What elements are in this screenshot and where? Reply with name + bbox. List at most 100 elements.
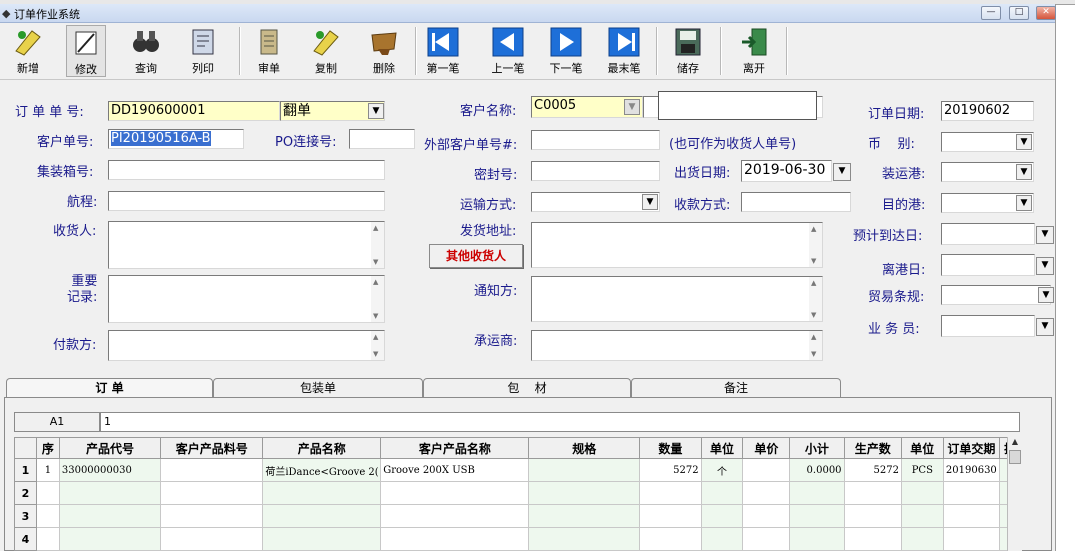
grid-scrollbar[interactable]: ▲: [1007, 437, 1022, 551]
grid-cell[interactable]: [942, 481, 1001, 505]
column-header[interactable]: 单价: [742, 437, 791, 459]
grid-cell[interactable]: [900, 481, 944, 505]
grid-cell[interactable]: [900, 504, 944, 528]
tab-order[interactable]: 订 单: [6, 378, 213, 398]
cell-value-input[interactable]: 1: [100, 412, 1020, 432]
grid-cell[interactable]: 1: [35, 458, 60, 482]
notify-scrollbar[interactable]: ▲ ▼: [809, 277, 822, 321]
review-button[interactable]: 审单: [249, 25, 289, 77]
grid-cell[interactable]: [262, 481, 382, 505]
delete-button[interactable]: 删除: [364, 25, 404, 77]
consignee-scrollbar[interactable]: ▲ ▼: [371, 222, 384, 268]
scroll-thumb[interactable]: [1009, 450, 1021, 464]
order-no-field[interactable]: DD190600001: [108, 101, 280, 121]
grid-cell[interactable]: [700, 504, 744, 528]
tab-notes[interactable]: 备注: [631, 378, 841, 398]
tab-packing-material[interactable]: 包 材: [423, 378, 631, 398]
query-button[interactable]: 查询: [126, 25, 166, 77]
copy-button[interactable]: 复制: [306, 25, 346, 77]
grid-cell[interactable]: [843, 527, 902, 551]
grid-cell[interactable]: [528, 458, 641, 482]
grid-cell[interactable]: [35, 527, 60, 551]
grid-cell[interactable]: [262, 527, 382, 551]
grid-cell[interactable]: 5272: [843, 458, 902, 482]
grid-cell[interactable]: [528, 504, 641, 528]
grid-cell[interactable]: [843, 504, 902, 528]
save-button[interactable]: 储存: [667, 25, 709, 77]
remark-scrollbar[interactable]: ▲ ▼: [371, 276, 384, 322]
departure-dropdown-icon[interactable]: ▼: [1036, 257, 1054, 275]
grid-cell[interactable]: [639, 504, 702, 528]
grid-cell[interactable]: [160, 481, 264, 505]
grid-cell[interactable]: Groove 200X USB: [380, 458, 530, 482]
transport-select[interactable]: [531, 192, 660, 212]
voyage-field[interactable]: [108, 191, 385, 211]
loading-port-dropdown-icon[interactable]: ▼: [1016, 164, 1032, 180]
column-header[interactable]: 客户产品名称: [380, 437, 530, 459]
dest-port-dropdown-icon[interactable]: ▼: [1016, 195, 1032, 211]
grid-cell[interactable]: [35, 481, 60, 505]
grid-cell[interactable]: 荷兰iDance<Groove 2(: [262, 458, 382, 482]
grid-cell[interactable]: [160, 504, 264, 528]
notify-textarea[interactable]: ▲ ▼: [531, 276, 823, 322]
grid-cell[interactable]: 5272: [639, 458, 702, 482]
payment-field[interactable]: [741, 192, 851, 212]
payer-textarea[interactable]: ▲ ▼: [108, 330, 385, 361]
grid-cell[interactable]: [58, 481, 162, 505]
container-field[interactable]: [108, 160, 385, 180]
grid-cell[interactable]: [639, 527, 702, 551]
tab-packing-list[interactable]: 包装单: [213, 378, 423, 398]
carrier-scrollbar[interactable]: ▲ ▼: [809, 331, 822, 360]
grid-cell[interactable]: [789, 527, 845, 551]
column-header[interactable]: 小计: [789, 437, 845, 459]
edit-button[interactable]: 修改: [66, 25, 106, 77]
grid-cell[interactable]: 20190630: [942, 458, 1001, 482]
row-number[interactable]: 3: [14, 504, 37, 528]
departure-field[interactable]: [941, 254, 1035, 276]
grid-cell[interactable]: [380, 481, 530, 505]
last-record-button[interactable]: 最末笔: [603, 25, 645, 77]
customer-order-field[interactable]: PI20190516A-B: [108, 129, 244, 149]
print-button[interactable]: 列印: [183, 25, 223, 77]
new-button[interactable]: 新增: [8, 25, 48, 77]
column-header[interactable]: 产品名称: [262, 437, 382, 459]
close-button[interactable]: ✕: [1036, 6, 1056, 20]
eta-field[interactable]: [941, 223, 1035, 245]
seal-field[interactable]: [531, 161, 660, 181]
grid-cell[interactable]: [942, 504, 1001, 528]
row-number[interactable]: 4: [14, 527, 37, 551]
salesman-field[interactable]: [941, 315, 1035, 337]
scroll-up-icon[interactable]: ▲: [1008, 437, 1022, 446]
grid-cell[interactable]: [789, 481, 845, 505]
trade-terms-dropdown-icon[interactable]: ▼: [1038, 287, 1054, 303]
grid-cell[interactable]: [262, 504, 382, 528]
order-type-dropdown-icon[interactable]: ▼: [368, 103, 384, 119]
row-number[interactable]: 1: [14, 458, 37, 482]
column-header[interactable]: 生产数: [843, 437, 902, 459]
grid-cell[interactable]: 33000000030: [58, 458, 162, 482]
previous-record-button[interactable]: 上一笔: [487, 25, 529, 77]
grid-cell[interactable]: [35, 504, 60, 528]
consignee-textarea[interactable]: ▲ ▼: [108, 221, 385, 269]
grid-cell[interactable]: 个: [700, 458, 744, 482]
other-consignee-button[interactable]: 其他收货人: [429, 244, 523, 268]
grid-cell[interactable]: [700, 481, 744, 505]
column-header[interactable]: 客户产品料号: [160, 437, 264, 459]
grid-cell[interactable]: PCS: [900, 458, 944, 482]
column-header[interactable]: 订单交期: [942, 437, 1001, 459]
grid-cell[interactable]: [639, 481, 702, 505]
column-header[interactable]: 产品代号: [58, 437, 162, 459]
grid-cell[interactable]: 0.0000: [789, 458, 845, 482]
grid-cell[interactable]: [380, 504, 530, 528]
customer-name-dropdown-icon[interactable]: ▼: [624, 99, 640, 115]
grid-cell[interactable]: [843, 481, 902, 505]
exit-button[interactable]: 离开: [733, 25, 775, 77]
ship-date-dropdown-icon[interactable]: ▼: [833, 163, 851, 181]
grid-cell[interactable]: [900, 527, 944, 551]
column-header[interactable]: 数量: [639, 437, 702, 459]
grid-cell[interactable]: [58, 504, 162, 528]
minimize-button[interactable]: —: [981, 6, 1001, 20]
grid-cell[interactable]: [700, 527, 744, 551]
transport-dropdown-icon[interactable]: ▼: [642, 194, 658, 210]
row-number[interactable]: 2: [14, 481, 37, 505]
